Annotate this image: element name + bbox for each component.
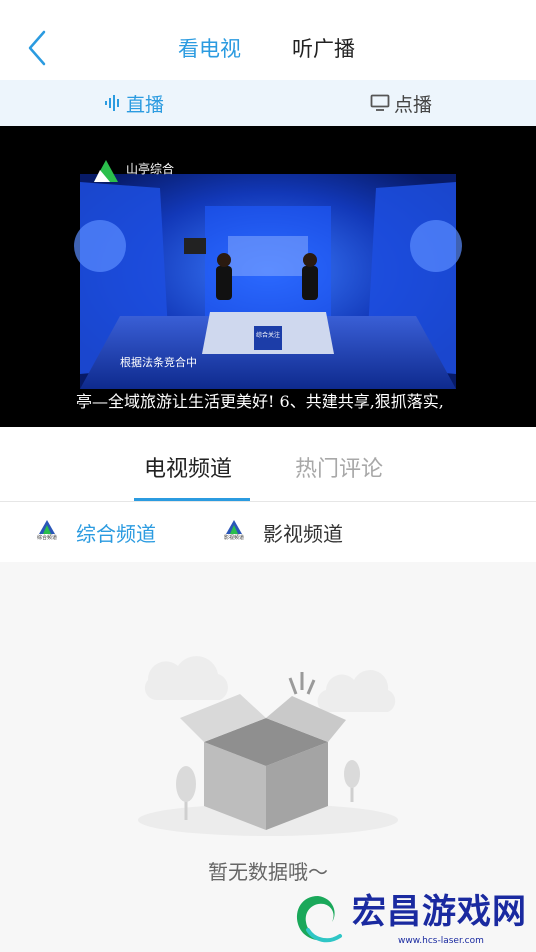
empty-box-illustration (138, 656, 398, 836)
tab-listen-radio[interactable]: 听广播 (292, 34, 355, 64)
channel-logo: 综合频道 (34, 520, 60, 544)
news-ticker: 亭—全域旅游让生活更美好! 6、共建共享,狠抓落实, (76, 392, 444, 411)
channel-logo: 影视频道 (221, 520, 247, 544)
tab-tv-channels[interactable]: 电视频道 (144, 455, 232, 485)
tab-watch-tv[interactable]: 看电视 (178, 34, 241, 64)
back-button[interactable] (22, 28, 52, 68)
tab-on-demand[interactable]: 点播 (370, 80, 432, 126)
channel-logo-icon (39, 520, 55, 534)
watermark: 宏昌游戏网 www.hcs-laser.com (288, 886, 536, 952)
top-bar: 看电视 听广播 (0, 0, 536, 80)
empty-state-message: 暂无数据哦～ (208, 860, 328, 884)
watermark-url: www.hcs-laser.com (398, 936, 484, 946)
tab-on-demand-label: 点播 (394, 93, 433, 116)
tab-live-label: 直播 (126, 93, 165, 116)
video-player[interactable]: 山亭综合 综合关注 根据法条竞合中 亭—全域旅游让生活更美好! 6、共建共享,狠… (0, 126, 536, 427)
channel-item-general[interactable]: 综合频道 综合频道 (34, 502, 156, 562)
channel-item-label: 影视频道 (263, 521, 343, 546)
channel-item-film[interactable]: 影视频道 影视频道 (221, 502, 343, 562)
dragon-logo-icon (296, 896, 342, 943)
channel-logo-caption: 影视频道 (223, 535, 244, 541)
video-frame (74, 160, 462, 417)
active-tab-indicator (134, 498, 250, 501)
desk-sign: 综合关注 (255, 332, 280, 339)
channel-logo-icon (226, 520, 242, 534)
video-caption: 根据法条竞合中 (120, 356, 197, 369)
sub-nav: 直播 点播 (0, 80, 536, 126)
tab-live[interactable]: 直播 (104, 80, 164, 126)
channel-logo-caption: 综合频道 (36, 535, 57, 541)
content-tabs: 电视频道 热门评论 (0, 427, 536, 502)
tab-hot-comments[interactable]: 热门评论 (295, 455, 383, 485)
station-logo-text: 山亭综合 (126, 162, 175, 176)
watermark-title: 宏昌游戏网 (352, 892, 527, 932)
signal-wave-icon (105, 95, 119, 111)
channel-item-label: 综合频道 (76, 521, 156, 546)
channel-list: 综合频道 综合频道 影视频道 影视频道 (0, 502, 536, 562)
monitor-icon (370, 94, 390, 111)
chevron-left-icon (28, 30, 46, 66)
